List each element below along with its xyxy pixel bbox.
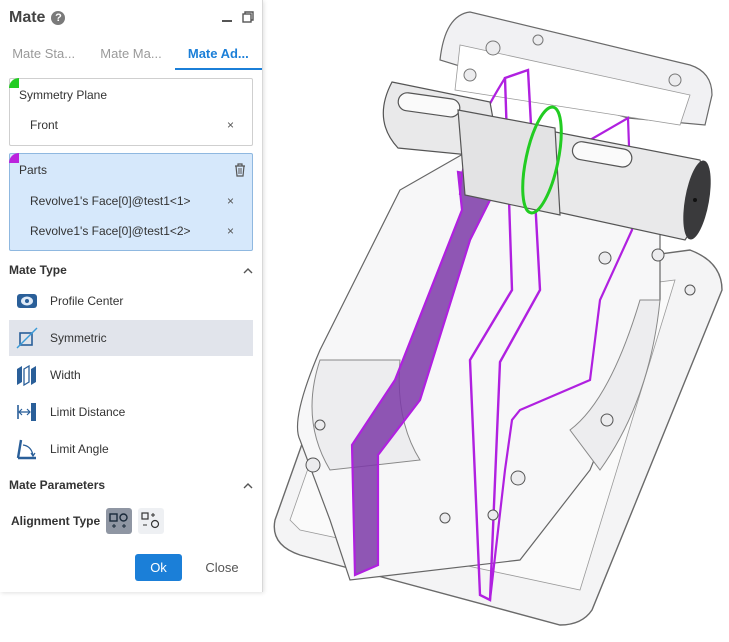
mate-type-limit-distance[interactable]: Limit Distance — [9, 394, 253, 430]
list-item[interactable]: Revolve1's Face[0]@test1<2> × — [30, 224, 234, 238]
mate-parameters-header[interactable]: Mate Parameters — [9, 476, 253, 494]
mate-type-label: Width — [50, 368, 81, 382]
mate-type-label: Profile Center — [50, 294, 124, 308]
alignment-type-label: Alignment Type — [11, 514, 101, 528]
selection-marker-green — [9, 78, 19, 88]
aligned-icon — [109, 513, 128, 528]
mate-type-symmetric[interactable]: Symmetric — [9, 320, 253, 356]
limit-angle-icon — [15, 437, 39, 461]
list-item[interactable]: Revolve1's Face[0]@test1<1> × — [30, 194, 234, 208]
symmetry-plane-item[interactable]: Front × — [30, 118, 234, 132]
remove-icon[interactable]: × — [227, 224, 234, 238]
ok-button[interactable]: Ok — [135, 554, 182, 581]
tab-mate-standard[interactable]: Mate Sta... — [0, 38, 87, 70]
restore-icon[interactable] — [242, 10, 254, 26]
anti-aligned-icon — [141, 512, 160, 529]
minimize-icon[interactable] — [222, 20, 232, 22]
remove-icon[interactable]: × — [227, 194, 234, 208]
tab-mate-advanced[interactable]: Mate Ad... — [174, 38, 262, 70]
tab-mate-mechanical[interactable]: Mate Ma... — [87, 38, 174, 70]
chevron-up-icon[interactable] — [243, 263, 253, 277]
mate-type-profile-center[interactable]: Profile Center — [9, 283, 253, 319]
close-button[interactable]: Close — [198, 554, 246, 581]
mate-type-label: Limit Distance — [50, 405, 126, 419]
mate-type-label: Limit Angle — [50, 442, 109, 456]
symmetric-icon — [15, 326, 39, 350]
part-face-2: Revolve1's Face[0]@test1<2> — [30, 224, 191, 238]
trash-icon[interactable] — [234, 163, 246, 180]
mate-type-label: Symmetric — [50, 331, 107, 345]
3d-viewport[interactable] — [262, 0, 729, 639]
mate-tabs: Mate Sta... Mate Ma... Mate Ad... — [0, 38, 262, 70]
symmetry-plane-box[interactable]: Symmetry Plane Front × — [9, 78, 253, 146]
chevron-up-icon[interactable] — [243, 478, 253, 492]
parts-label: Parts — [19, 163, 48, 177]
alignment-type-row: Alignment Type — [11, 508, 165, 534]
mate-type-limit-angle[interactable]: Limit Angle — [9, 431, 253, 467]
mate-type-heading: Mate Type — [9, 263, 67, 277]
parts-box[interactable]: Parts Revolve1's Face[0]@test1<1> × Revo… — [9, 153, 253, 251]
mate-type-width[interactable]: Width — [9, 357, 253, 393]
panel-header: Mate ? — [9, 8, 254, 28]
aligned-button[interactable] — [106, 508, 133, 534]
part-face-1: Revolve1's Face[0]@test1<1> — [30, 194, 191, 208]
panel-title: Mate — [9, 9, 46, 26]
symmetry-plane-value: Front — [30, 118, 59, 132]
help-icon[interactable]: ? — [51, 11, 66, 25]
symmetry-plane-label: Symmetry Plane — [19, 88, 108, 102]
remove-icon[interactable]: × — [227, 118, 234, 132]
limit-distance-icon — [15, 400, 39, 424]
mate-panel: Mate ? Mate Sta... Mate Ma... Mate Ad...… — [0, 0, 263, 592]
mate-parameters-heading: Mate Parameters — [9, 478, 106, 492]
assembly-model[interactable] — [262, 0, 729, 639]
selection-marker-purple — [9, 153, 19, 163]
width-icon — [15, 363, 39, 387]
mate-type-header[interactable]: Mate Type — [9, 261, 253, 279]
profile-center-icon — [15, 289, 39, 313]
anti-aligned-button[interactable] — [138, 508, 165, 534]
